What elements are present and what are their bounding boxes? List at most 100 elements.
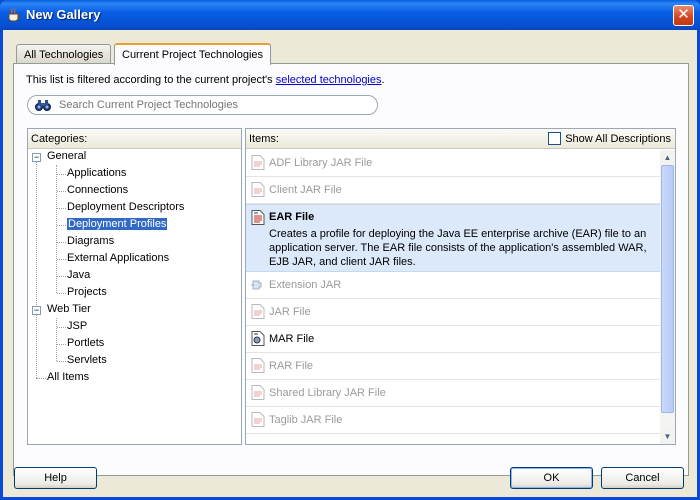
tree-line (57, 293, 66, 294)
categories-header-label: Categories: (31, 133, 88, 145)
cancel-button[interactable]: Cancel (601, 467, 684, 489)
list-item-jar-file[interactable]: JAR File (246, 299, 660, 326)
tab-all-technologies[interactable]: All Technologies (16, 44, 112, 65)
list-item-ear-file[interactable]: EAR File Creates a profile for deploying… (246, 204, 660, 272)
new-gallery-window: New Gallery ✕ All Technologies Current P… (0, 0, 700, 500)
checkbox-box[interactable] (548, 132, 562, 145)
close-button[interactable]: ✕ (673, 5, 694, 26)
items-list: ADF Library JAR File Client JAR File EAR… (246, 150, 660, 444)
tree-item-applications[interactable]: Applications (67, 165, 126, 182)
jar-file-icon (251, 385, 265, 400)
tree-item-web-tier[interactable]: Web Tier (47, 301, 91, 318)
help-button-label: Help (44, 472, 67, 484)
tree-line (57, 174, 66, 175)
binoculars-search-icon (35, 100, 51, 111)
list-item-taglib-jar[interactable]: Taglib JAR File (246, 407, 660, 434)
tree-item-label: Applications (67, 167, 127, 179)
tree-item-general[interactable]: General (47, 148, 86, 165)
show-all-descriptions-label: Show All Descriptions (565, 133, 671, 145)
items-header: Items: Show All Descriptions (246, 129, 675, 149)
jar-file-icon (251, 358, 265, 373)
tree-item-label: Connections (67, 184, 129, 196)
tree-item-label: Servlets (67, 354, 107, 366)
tree-item-servlets[interactable]: Servlets (67, 352, 107, 369)
tree-item-portlets[interactable]: Portlets (67, 335, 104, 352)
tree-line (36, 378, 46, 379)
items-pane: Items: Show All Descriptions ADF Library… (245, 128, 676, 445)
tree-item-label: General (47, 150, 87, 162)
scroll-thumb[interactable] (661, 165, 674, 413)
tree-item-diagrams[interactable]: Diagrams (67, 233, 114, 250)
filter-note-text: This list is filtered according to the c… (26, 74, 276, 86)
tree-item-label: Portlets (67, 337, 105, 349)
tab-label: All Technologies (24, 49, 104, 61)
tree-item-projects[interactable]: Projects (67, 284, 107, 301)
tab-current-project-technologies[interactable]: Current Project Technologies (114, 43, 272, 65)
title-bar[interactable]: New Gallery ✕ (0, 0, 700, 30)
item-name: Client JAR File (269, 184, 342, 196)
chevron-up-icon: ▲ (663, 153, 672, 162)
item-name: Extension JAR (269, 279, 342, 291)
tree-item-java[interactable]: Java (67, 267, 90, 284)
tree-item-all-items[interactable]: All Items (47, 369, 89, 386)
ok-button-label: OK (543, 472, 560, 484)
dialog-client-area: All Technologies Current Project Technol… (3, 30, 697, 497)
tree-item-label: JSP (67, 320, 88, 332)
tab-label: Current Project Technologies (122, 49, 264, 61)
tree-line (36, 156, 37, 309)
list-item-rar-file[interactable]: RAR File (246, 353, 660, 380)
ear-file-icon (251, 210, 265, 225)
tree-item-label: Projects (67, 286, 107, 298)
tree-item-jsp[interactable]: JSP (67, 318, 87, 335)
jar-file-icon (251, 412, 265, 427)
tree-item-external-applications[interactable]: External Applications (67, 250, 169, 267)
filter-note-suffix: . (381, 74, 385, 86)
tree-line (57, 361, 66, 362)
tree-item-connections[interactable]: Connections (67, 182, 128, 199)
tree-item-deployment-descriptors[interactable]: Deployment Descriptors (67, 199, 184, 216)
show-all-descriptions-checkbox[interactable]: Show All Descriptions (548, 132, 671, 145)
list-item-shared-library-jar[interactable]: Shared Library JAR File (246, 380, 660, 407)
tree-line (56, 318, 57, 361)
mar-file-icon (251, 331, 265, 346)
tree-line (56, 165, 57, 293)
list-item-mar-file[interactable]: MAR File (246, 326, 660, 353)
tree-line (57, 276, 66, 277)
scroll-up-button[interactable]: ▲ (660, 150, 675, 165)
jar-file-icon (251, 304, 265, 319)
categories-header: Categories: (28, 129, 241, 149)
item-name: RAR File (269, 360, 314, 372)
collapse-general-icon[interactable]: − (32, 153, 41, 162)
tree-line (57, 327, 66, 328)
chevron-down-icon: ▼ (663, 432, 672, 441)
items-header-label: Items: (249, 133, 279, 145)
search-input[interactable] (59, 99, 369, 111)
help-button[interactable]: Help (14, 467, 97, 489)
items-scrollbar[interactable]: ▲ ▼ (660, 150, 675, 444)
ok-button[interactable]: OK (510, 467, 593, 489)
collapse-web-tier-icon[interactable]: − (32, 306, 41, 315)
list-item-adf-library-jar[interactable]: ADF Library JAR File (246, 150, 660, 177)
extension-icon (251, 280, 262, 290)
tree-item-label: External Applications (67, 252, 170, 264)
scroll-down-button[interactable]: ▼ (660, 429, 675, 444)
selected-technologies-link[interactable]: selected technologies (276, 74, 382, 86)
jar-file-icon (251, 182, 265, 197)
cancel-button-label: Cancel (625, 472, 660, 484)
search-box[interactable] (27, 95, 378, 115)
tree-item-label: Deployment Descriptors (67, 201, 185, 213)
item-name: ADF Library JAR File (269, 157, 373, 169)
tree-item-deployment-profiles[interactable]: Deployment Profiles (67, 216, 168, 233)
tree-item-label: Diagrams (67, 235, 115, 247)
item-description: Creates a profile for deploying the Java… (269, 228, 647, 268)
tree-line (57, 208, 66, 209)
filter-note: This list is filtered according to the c… (26, 74, 385, 86)
gallery-cup-icon (8, 8, 21, 22)
tree-item-label: Java (67, 269, 91, 281)
list-item-client-jar[interactable]: Client JAR File (246, 177, 660, 204)
item-name: Shared Library JAR File (269, 387, 386, 399)
window-title: New Gallery (26, 7, 101, 22)
item-name: JAR File (269, 306, 311, 318)
tree-item-label: Deployment Profiles (67, 218, 168, 230)
list-item-extension-jar[interactable]: Extension JAR (246, 272, 660, 299)
